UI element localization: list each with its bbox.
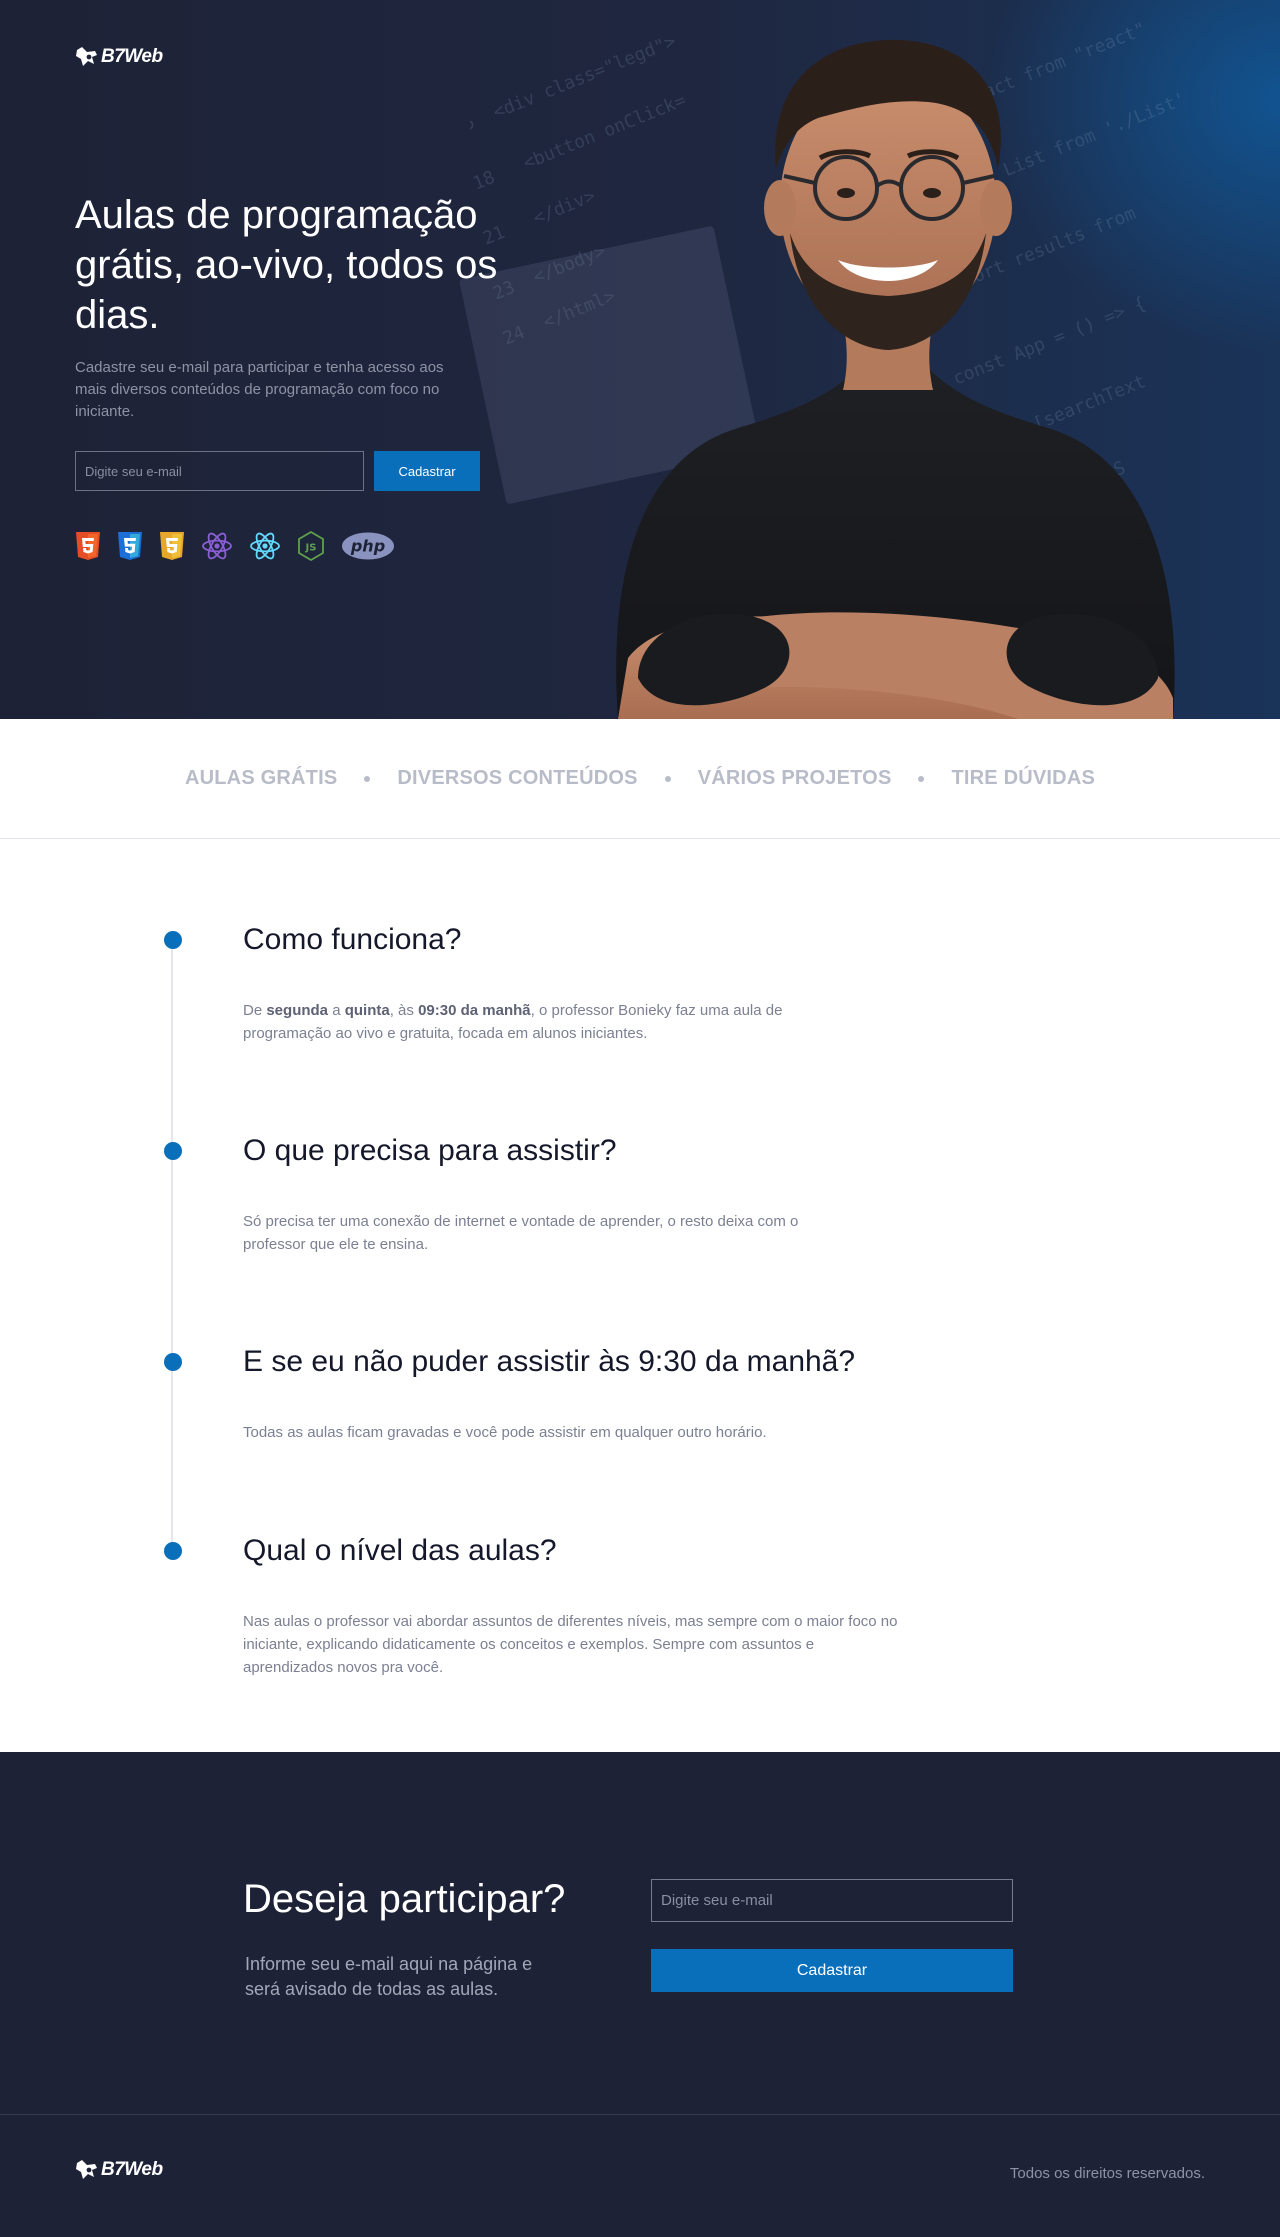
redux-icon — [202, 532, 232, 560]
faq-answer-bold: segunda — [266, 1002, 329, 1019]
cta-submit-button[interactable]: Cadastrar — [651, 1949, 1013, 1992]
feature-multiple-projects: VÁRIOS PROJETOS — [697, 767, 892, 789]
footer-copyright: Todos os direitos reservados. — [1009, 2165, 1205, 2182]
timeline-dot — [164, 1542, 182, 1560]
faq-question: Qual o nível das aulas? — [243, 1534, 557, 1567]
feature-ask-questions: TIRE DÚVIDAS — [951, 767, 1096, 789]
signup-cta-section: Deseja participar? Informe seu e-mail aq… — [0, 1752, 1280, 2114]
features-strip: AULAS GRÁTIS DIVERSOS CONTEÚDOS VÁRIOS P… — [0, 719, 1280, 839]
php-icon-label: php — [350, 537, 385, 556]
page-footer: B7Web Todos os direitos reservados. — [0, 2114, 1280, 2237]
php-icon: php — [342, 532, 394, 560]
hero-subtitle: Cadastre seu e-mail para participar e te… — [75, 359, 444, 420]
timeline-line — [171, 939, 173, 1551]
timeline-dot — [164, 931, 182, 949]
brand-name: B7Web — [101, 46, 163, 67]
hero-submit-button[interactable]: Cadastrar — [374, 451, 480, 491]
hero-title: Aulas de programação grátis, ao-vivo, to… — [75, 193, 498, 337]
faq-answer-text: , às — [389, 1002, 419, 1019]
faq-item: E se eu não puder assistir às 9:30 da ma… — [164, 1343, 923, 1444]
hero-email-input[interactable] — [75, 451, 364, 491]
timeline-dot — [164, 1142, 182, 1160]
instructor-photo — [616, 39, 1175, 719]
faq-item: O que precisa para assistir? Só precisa … — [164, 1132, 923, 1256]
faq-answer-text: De — [243, 1002, 267, 1019]
footer-brand-logo[interactable]: B7Web — [75, 2159, 163, 2181]
faq-answer: Todas as aulas ficam gravadas e você pod… — [243, 1424, 767, 1441]
faq-answer-text: a — [328, 1002, 345, 1019]
feature-free-classes: AULAS GRÁTIS — [184, 767, 338, 789]
hero-section: 15 <div class="legd"> 18 <button onClick… — [0, 0, 1280, 719]
faq-item: Como funciona? De segunda a quinta, às 0… — [164, 921, 923, 1045]
faq-answer-bold: 09:30 da manhã — [418, 1002, 531, 1019]
faq-answer: De segunda a quinta, às 09:30 da manhã, … — [243, 999, 803, 1045]
cta-title: Deseja participar? — [243, 1877, 566, 1921]
timeline-dot — [164, 1353, 182, 1371]
faq-question: Como funciona? — [243, 923, 462, 956]
faq-item: Qual o nível das aulas? Nas aulas o prof… — [164, 1532, 923, 1679]
faq-timeline: Como funciona? De segunda a quinta, às 0… — [0, 839, 1280, 1752]
hero-signup-form: Cadastrar — [75, 451, 480, 491]
react-icon — [250, 532, 280, 560]
svg-text:JS: JS — [305, 543, 317, 554]
feature-separator-dot — [364, 775, 371, 782]
bird-logo-icon — [76, 2160, 97, 2179]
faq-answer-bold: quinta — [344, 1002, 390, 1019]
faq-question: E se eu não puder assistir às 9:30 da ma… — [243, 1345, 856, 1378]
brand-logo[interactable]: B7Web — [75, 46, 163, 68]
brand-name: B7Web — [101, 2159, 163, 2180]
feature-separator-dot — [918, 775, 925, 782]
nodejs-icon: JS — [298, 531, 324, 561]
cta-subtitle: Informe seu e-mail aqui na página e será… — [245, 1954, 533, 1999]
html5-icon — [76, 532, 100, 560]
faq-answer: Só precisa ter uma conexão de internet e… — [243, 1213, 799, 1253]
css3-icon — [118, 532, 142, 560]
javascript-shield-icon — [160, 532, 184, 560]
feature-diverse-content: DIVERSOS CONTEÚDOS — [397, 767, 638, 789]
faq-answer: Nas aulas o professor vai abordar assunt… — [243, 1613, 898, 1676]
bird-logo-icon — [76, 47, 97, 66]
tech-icon-row: JS php — [75, 531, 395, 561]
cta-email-input[interactable] — [651, 1879, 1013, 1922]
feature-separator-dot — [664, 775, 671, 782]
faq-question: O que precisa para assistir? — [243, 1134, 617, 1167]
